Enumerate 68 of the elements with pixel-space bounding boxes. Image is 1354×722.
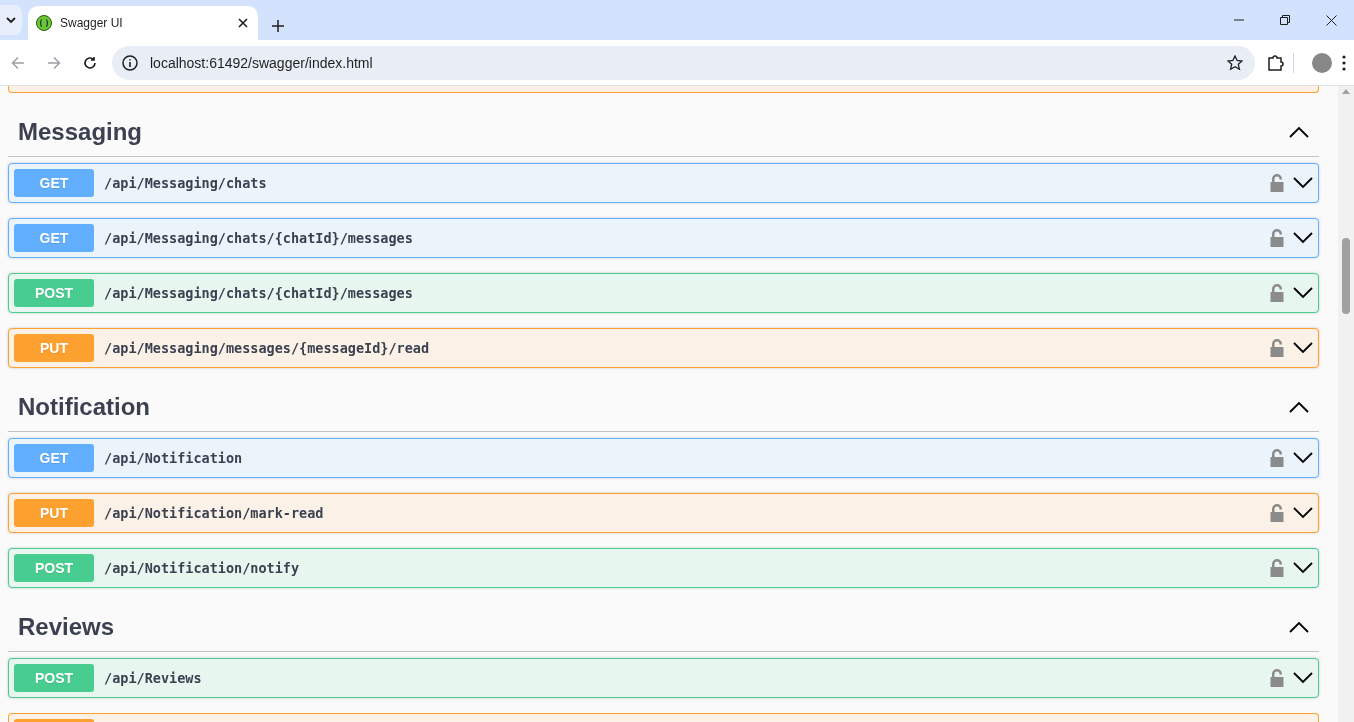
chevron-up-icon[interactable] [1289,126,1309,138]
info-icon[interactable] [122,54,138,71]
unlocked-padlock-icon[interactable] [1269,174,1285,192]
endpoint-path: /api/Notification/notify [104,560,301,576]
restore-icon[interactable] [1280,15,1290,25]
chevron-down-icon[interactable] [1293,177,1313,189]
chevron-up-icon[interactable] [1289,621,1309,633]
scrollbar-thumb[interactable] [1342,238,1350,314]
menu-icon[interactable] [1342,54,1346,71]
unlocked-padlock-icon[interactable] [1269,669,1285,687]
endpoint-path: /api/Notification [104,450,244,466]
chevron-down-icon[interactable] [1293,287,1313,299]
method-badge: GET [14,169,94,197]
tab-search-button[interactable] [0,5,22,35]
swagger-logo-icon [36,15,52,31]
chevron-down-icon[interactable] [1293,507,1313,519]
chevron-down-icon[interactable] [1293,342,1313,354]
chevron-down-icon[interactable] [1293,232,1313,244]
browser-tab[interactable]: Swagger UI [28,6,258,40]
operation-row[interactable]: GET /api/Notification [8,438,1319,478]
endpoint-path: /api/Reviews [104,670,203,686]
operation-row[interactable]: PUT /api/Messaging/messages/{messageId}/read [8,328,1319,368]
endpoint-path: /api/Messaging/chats [104,175,268,191]
unlocked-padlock-icon[interactable] [1269,284,1285,302]
method-badge: PUT [14,334,94,362]
operation-row[interactable]: POST /api/Notification/notify [8,548,1319,588]
close-icon[interactable] [238,18,248,28]
section-title: Notification [18,393,150,421]
chevron-down-icon[interactable] [1293,672,1313,684]
scrollbar[interactable] [1338,86,1354,722]
operation-row[interactable]: GET /api/Messaging/chats/{chatId}/messages [8,218,1319,258]
reload-icon[interactable] [83,55,97,70]
section-header[interactable]: Reviews [8,603,1319,652]
chevron-up-icon[interactable] [1289,401,1309,413]
method-badge: POST [14,664,94,692]
extensions-puzzle-icon[interactable] [1267,53,1285,72]
url-text: localhost:61492/swagger/index.html [150,54,374,71]
unlocked-padlock-icon[interactable] [1269,339,1285,357]
method-badge: POST [14,279,94,307]
operation-row[interactable]: POST /api/Messaging/chats/{chatId}/messages [8,273,1319,313]
endpoint-path: /api/Messaging/messages/{messageId}/read [104,340,431,356]
unlocked-padlock-icon[interactable] [1269,559,1285,577]
unlocked-padlock-icon[interactable] [1269,229,1285,247]
method-badge: GET [14,224,94,252]
operation-row[interactable]: POST /api/Reviews [8,658,1319,698]
section-header[interactable]: Notification [8,383,1319,432]
method-badge: PUT [14,499,94,527]
section-title: Reviews [18,613,115,641]
section-title: Messaging [18,118,143,146]
tab-title: Swagger UI [60,16,124,30]
method-badge: GET [14,444,94,472]
new-tab-icon[interactable] [272,20,284,32]
unlocked-padlock-icon[interactable] [1269,449,1285,467]
chevron-down-icon[interactable] [6,16,16,24]
endpoint-path: /api/Messaging/chats/{chatId}/messages [104,285,414,301]
section-header[interactable]: Messaging [8,108,1319,157]
operation-row[interactable]: GET /api/Messaging/chats [8,163,1319,203]
chevron-down-icon[interactable] [1293,562,1313,574]
address-bar[interactable]: localhost:61492/swagger/index.html [112,45,1255,80]
bookmark-star-icon[interactable] [1227,54,1243,71]
close-icon[interactable] [1325,14,1337,26]
endpoint-path: /api/Messaging/chats/{chatId}/messages [104,230,414,246]
chevron-down-icon[interactable] [1293,452,1313,464]
method-badge: POST [14,554,94,582]
operation-row[interactable]: PUT /api/Notification/mark-read [8,493,1319,533]
endpoint-path: /api/Notification/mark-read [104,505,325,521]
unlocked-padlock-icon[interactable] [1269,504,1285,522]
profile-avatar[interactable] [1312,52,1332,73]
